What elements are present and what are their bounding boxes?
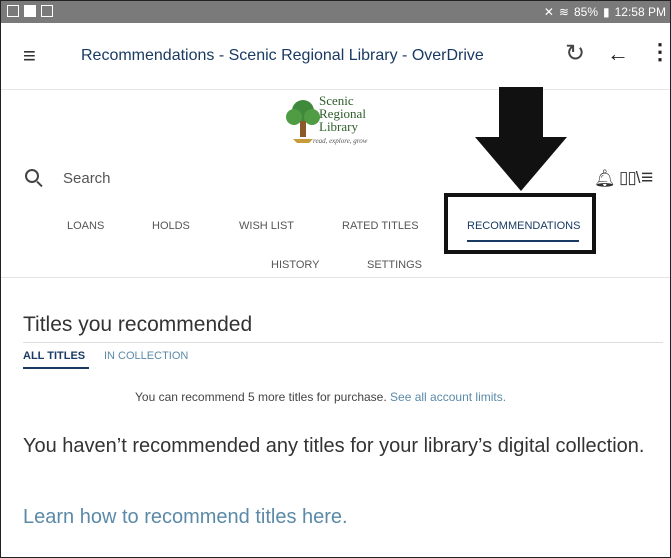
wifi-icon: ≋ — [558, 5, 569, 19]
mail-notification-icon — [41, 5, 53, 17]
app-notification-icon — [24, 5, 36, 17]
battery-level: 85% — [573, 5, 599, 19]
mute-icon: ✕ — [543, 5, 554, 19]
page-title: Recommendations - Scenic Regional Librar… — [81, 47, 484, 64]
notifications-bell-icon[interactable]: 🔔︎ — [594, 169, 616, 189]
heading-divider — [23, 342, 663, 343]
subtab-in-collection[interactable]: IN COLLECTION — [104, 350, 188, 362]
highlight-arrow-icon — [475, 87, 567, 191]
tab-history[interactable]: HISTORY — [271, 259, 320, 271]
tab-loans[interactable]: LOANS — [67, 220, 104, 232]
tab-wish-list[interactable]: WISH LIST — [239, 220, 294, 232]
system-indicators: ✕ ≋ 85% ▮ 12:58 PM — [544, 5, 666, 19]
account-tabs-row-2: HISTORY SETTINGS — [1, 258, 670, 278]
image-notification-icon — [7, 5, 19, 17]
empty-state-message: You haven’t recommended any titles for y… — [23, 435, 645, 457]
tab-rated-titles[interactable]: RATED TITLES — [342, 220, 419, 232]
account-limits-link[interactable]: See all account limits. — [390, 390, 506, 404]
tabs-divider — [1, 277, 670, 278]
limit-message: You can recommend 5 more titles for purc… — [135, 390, 387, 404]
library-logo[interactable]: Scenic Regional Library read, explore, g… — [283, 93, 393, 153]
notification-icons — [7, 5, 53, 17]
clock: 12:58 PM — [614, 5, 666, 19]
status-bar: ✕ ≋ 85% ▮ 12:58 PM — [1, 1, 670, 23]
menu-icon[interactable]: ≡ — [23, 43, 36, 69]
logo-text-library: Library — [319, 119, 358, 134]
app-screen: ✕ ≋ 85% ▮ 12:58 PM ≡ Recommendations - S… — [0, 0, 671, 558]
refresh-icon[interactable]: ↻ — [565, 39, 585, 68]
tab-holds[interactable]: HOLDS — [152, 220, 190, 232]
logo-tagline: read, explore, grow — [313, 137, 368, 145]
highlight-box — [444, 193, 596, 254]
more-options-icon[interactable]: ⋮ — [649, 39, 670, 65]
account-menu-icon[interactable]: ≡ — [641, 166, 653, 190]
search-row: Search 🔔︎ ▯▯\ ≡ — [1, 161, 670, 197]
learn-how-link[interactable]: Learn how to recommend titles here. — [23, 506, 348, 529]
section-heading: Titles you recommended — [23, 313, 253, 336]
recommendation-limit: You can recommend 5 more titles for purc… — [135, 390, 506, 404]
search-input[interactable]: Search — [63, 170, 111, 187]
subtab-all-titles[interactable]: ALL TITLES — [23, 350, 85, 362]
active-subtab-indicator — [23, 367, 89, 369]
back-arrow-icon[interactable]: ← — [607, 41, 629, 67]
search-icon[interactable] — [25, 169, 39, 183]
battery-icon: ▮ — [603, 5, 610, 19]
tab-settings[interactable]: SETTINGS — [367, 259, 422, 271]
app-bar: ≡ Recommendations - Scenic Regional Libr… — [1, 23, 670, 90]
bookshelf-icon[interactable]: ▯▯\ — [619, 168, 640, 188]
